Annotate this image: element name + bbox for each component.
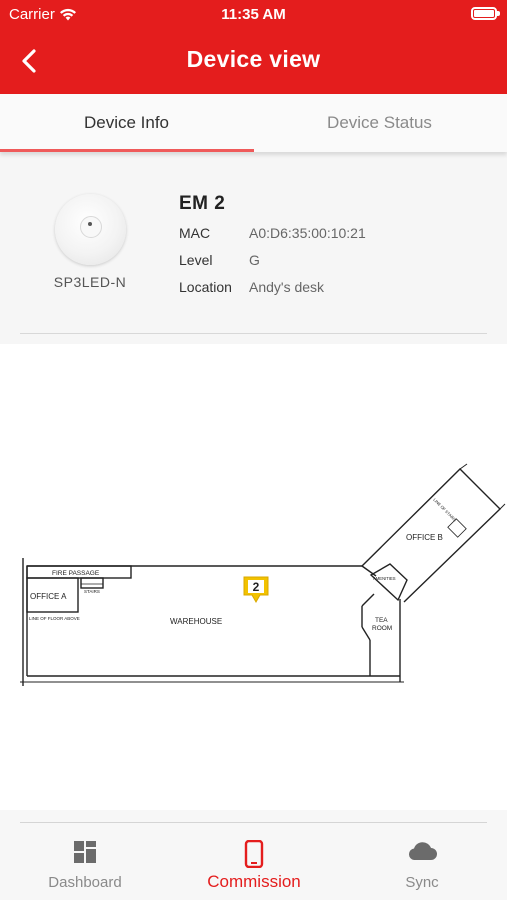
page-title: Device view bbox=[186, 46, 321, 72]
tab-label: Device Status bbox=[327, 113, 432, 132]
nav-bar: Device view bbox=[0, 30, 507, 94]
amenities-label: AMENITIES bbox=[373, 576, 396, 581]
divider bbox=[20, 822, 487, 823]
line-of-floor-label: LINE OF FLOOR ABOVE bbox=[29, 616, 80, 621]
cloud-icon bbox=[408, 842, 437, 860]
device-view-screen: Carrier 11:35 AM Device view Device Info… bbox=[0, 0, 507, 900]
mac-value: A0:D6:35:00:10:21 bbox=[249, 225, 366, 241]
level-row: Level G bbox=[179, 252, 260, 268]
stairs-label: STAIRS bbox=[84, 589, 100, 594]
tab-commission[interactable]: Commission bbox=[189, 840, 319, 896]
phone-icon bbox=[244, 840, 264, 868]
office-b-label: OFFICE B bbox=[406, 533, 443, 542]
mac-label: MAC bbox=[179, 225, 211, 241]
office-b-note: LINE OF STAIRS bbox=[432, 497, 458, 523]
tab-label: Device Info bbox=[83, 113, 170, 132]
tea-room-label: TEA bbox=[375, 617, 388, 624]
level-label: Level bbox=[179, 252, 213, 268]
device-image bbox=[55, 194, 126, 265]
location-value: Andy's desk bbox=[249, 279, 325, 295]
device-marker[interactable]: 2 bbox=[241, 574, 271, 606]
warehouse-label: WAREHOUSE bbox=[170, 617, 222, 626]
dashboard-grid-icon bbox=[74, 841, 96, 863]
battery-fill bbox=[474, 10, 494, 17]
tab-dashboard[interactable]: Dashboard bbox=[20, 840, 150, 896]
level-value: G bbox=[249, 252, 260, 268]
device-name: EM 2 bbox=[179, 193, 226, 214]
tab-sync[interactable]: Sync bbox=[357, 840, 487, 896]
status-bar: Carrier 11:35 AM bbox=[0, 0, 507, 30]
mac-row: MAC A0:D6:35:00:10:21 bbox=[179, 225, 366, 241]
tab-label: Sync bbox=[405, 874, 439, 891]
bottom-tab-bar: Dashboard Commission Sync bbox=[0, 810, 507, 900]
tab-device-info[interactable]: Device Info bbox=[0, 94, 253, 152]
location-label: Location bbox=[179, 279, 232, 295]
fire-passage-label: FIRE PASSAGE bbox=[52, 570, 100, 577]
device-model: SP3LED-N bbox=[53, 274, 127, 290]
location-row: Location Andy's desk bbox=[179, 279, 324, 295]
tea-room-label-2: ROOM bbox=[372, 625, 392, 632]
device-info-panel: SP3LED-N EM 2 MAC A0:D6:35:00:10:21 Leve… bbox=[0, 152, 507, 344]
office-a-label: OFFICE A bbox=[30, 592, 67, 601]
tab-label: Dashboard bbox=[48, 874, 122, 891]
marker-pin-icon: 2 bbox=[243, 576, 269, 604]
tab-label: Commission bbox=[207, 872, 301, 891]
tab-device-status[interactable]: Device Status bbox=[253, 94, 506, 152]
header: Carrier 11:35 AM Device view bbox=[0, 0, 507, 94]
clock: 11:35 AM bbox=[221, 6, 286, 23]
divider bbox=[20, 333, 487, 334]
active-tab-indicator bbox=[0, 149, 254, 152]
segment-tabs: Device Info Device Status bbox=[0, 94, 507, 152]
marker-label: 2 bbox=[253, 580, 260, 594]
battery-icon bbox=[471, 7, 500, 20]
floor-plan[interactable]: FIRE PASSAGE OFFICE A STAIRS LINE OF FLO… bbox=[0, 344, 507, 810]
